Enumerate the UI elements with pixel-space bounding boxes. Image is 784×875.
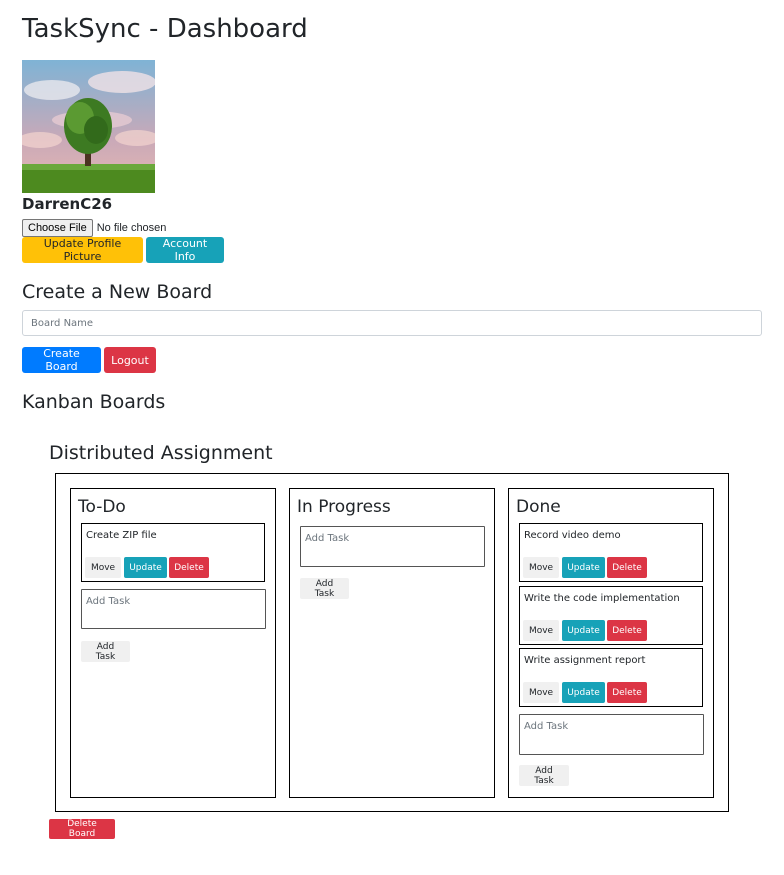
username: DarrenC26 [22, 195, 113, 213]
task-card: Write the code implementation Move Updat… [519, 586, 703, 645]
task-text: Write assignment report [524, 655, 646, 666]
move-task-button[interactable]: Move [523, 620, 559, 641]
column-in-progress: In Progress Add Task Add Task [289, 488, 495, 798]
delete-board-button[interactable]: Delete Board [49, 819, 115, 839]
add-task-button[interactable]: Add Task [81, 641, 130, 662]
task-card: Record video demo Move Update Delete [519, 523, 703, 582]
delete-task-button[interactable]: Delete [169, 557, 209, 578]
task-text: Create ZIP file [86, 530, 157, 541]
task-card: Write assignment report Move Update Dele… [519, 648, 703, 707]
page-title: TaskSync - Dashboard [22, 14, 308, 44]
column-title: In Progress [297, 497, 391, 517]
create-board-button[interactable]: Create Board [22, 347, 101, 373]
logout-button[interactable]: Logout [104, 347, 156, 373]
update-task-button[interactable]: Update [562, 682, 605, 703]
update-profile-picture-button[interactable]: Update Profile Picture [22, 237, 143, 263]
create-board-heading: Create a New Board [22, 281, 213, 303]
column-title: To-Do [78, 497, 126, 517]
board-name-input[interactable] [22, 310, 762, 336]
delete-task-button[interactable]: Delete [607, 557, 647, 578]
account-info-button[interactable]: Account Info [146, 237, 224, 263]
update-task-button[interactable]: Update [562, 620, 605, 641]
task-card: Create ZIP file Move Update Delete [81, 523, 265, 582]
add-task-placeholder: Add Task [86, 596, 131, 607]
move-task-button[interactable]: Move [523, 557, 559, 578]
task-text: Record video demo [524, 530, 621, 541]
choose-file-button[interactable]: Choose File [22, 219, 93, 237]
avatar [22, 60, 155, 193]
update-task-button[interactable]: Update [562, 557, 605, 578]
add-task-placeholder: Add Task [305, 533, 350, 544]
profile-picture-image [22, 60, 155, 193]
add-task-button[interactable]: Add Task [300, 578, 349, 599]
file-status-text: No file chosen [96, 222, 167, 234]
kanban-boards-heading: Kanban Boards [22, 391, 166, 413]
move-task-button[interactable]: Move [85, 557, 121, 578]
delete-task-button[interactable]: Delete [607, 682, 647, 703]
update-task-button[interactable]: Update [124, 557, 167, 578]
column-todo: To-Do Create ZIP file Move Update Delete… [70, 488, 276, 798]
add-task-input[interactable]: Add Task [81, 589, 266, 629]
add-task-input[interactable]: Add Task [300, 526, 485, 567]
add-task-input[interactable]: Add Task [519, 714, 704, 755]
column-done: Done Record video demo Move Update Delet… [508, 488, 714, 798]
column-title: Done [516, 497, 561, 517]
task-text: Write the code implementation [524, 593, 680, 604]
move-task-button[interactable]: Move [523, 682, 559, 703]
add-task-placeholder: Add Task [524, 721, 569, 732]
board-title: Distributed Assignment [49, 442, 273, 464]
delete-task-button[interactable]: Delete [607, 620, 647, 641]
profile-picture-file-input[interactable]: Choose File No file chosen [22, 219, 166, 237]
add-task-button[interactable]: Add Task [519, 765, 569, 786]
